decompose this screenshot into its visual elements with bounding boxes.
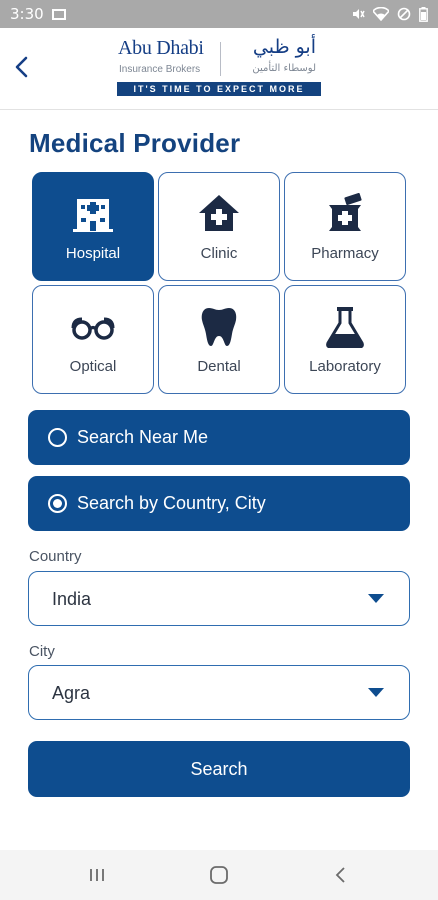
city-value: Agra: [52, 683, 91, 703]
provider-label: Pharmacy: [311, 245, 379, 262]
dnd-icon: [397, 7, 411, 21]
tooth-icon: [201, 308, 237, 346]
chevron-left-icon: [15, 56, 28, 78]
provider-tile-laboratory[interactable]: Laboratory: [284, 285, 406, 394]
option-label: Search Near Me: [77, 427, 209, 447]
logo-subtitle-en: Insurance Brokers: [119, 64, 201, 75]
battery-icon: [419, 6, 428, 22]
provider-label: Laboratory: [309, 358, 381, 375]
page-title: Medical Provider: [29, 128, 241, 158]
status-icons: [351, 6, 428, 22]
glasses-icon: [71, 317, 115, 340]
logo-subtitle-ar: لوسطاء التأمين: [252, 63, 316, 74]
image-icon: [51, 8, 66, 20]
company-logo: Abu Dhabi Insurance Brokers أبو ظبي لوسط…: [116, 36, 322, 98]
country-value: India: [52, 589, 92, 609]
search-by-location-option[interactable]: Search by Country, City: [28, 476, 410, 531]
back-icon: [335, 867, 345, 883]
provider-tile-hospital[interactable]: Hospital: [32, 172, 154, 281]
radio-unselected-icon[interactable]: [48, 428, 67, 447]
city-label: City: [29, 643, 55, 660]
search-button[interactable]: Search: [28, 741, 410, 797]
recents-icon: [90, 869, 104, 881]
provider-tile-optical[interactable]: Optical: [32, 285, 154, 394]
provider-label: Hospital: [65, 245, 121, 262]
wifi-icon: [373, 7, 389, 21]
system-nav-bar: [0, 850, 438, 900]
search-near-me-option[interactable]: Search Near Me: [28, 410, 410, 465]
app-header: Abu Dhabi Insurance Brokers أبو ظبي لوسط…: [0, 28, 438, 110]
system-back-button[interactable]: [326, 862, 356, 888]
dropdown-arrow-icon: [368, 594, 384, 603]
country-label: Country: [29, 548, 82, 565]
clinic-icon: [199, 195, 239, 231]
provider-tile-clinic[interactable]: Clinic: [158, 172, 280, 281]
status-bar: 3:30: [0, 0, 438, 28]
logo-name-en: Abu Dhabi: [118, 37, 204, 59]
flask-icon: [326, 307, 364, 348]
home-icon: [210, 866, 228, 884]
logo-tagline: IT'S TIME TO EXPECT MORE: [117, 82, 321, 96]
radio-selected-icon[interactable]: [48, 494, 67, 513]
hospital-icon: [73, 199, 113, 232]
provider-label: Optical: [69, 358, 117, 375]
provider-tile-dental[interactable]: Dental: [158, 285, 280, 394]
provider-label: Dental: [197, 358, 241, 375]
recent-apps-button[interactable]: [82, 862, 112, 888]
logo-divider: [220, 42, 221, 76]
provider-tile-pharmacy[interactable]: Pharmacy: [284, 172, 406, 281]
provider-label: Clinic: [200, 245, 238, 262]
country-select[interactable]: India: [28, 571, 410, 626]
mute-icon: [353, 9, 365, 19]
home-button[interactable]: [204, 862, 234, 888]
back-button[interactable]: [10, 52, 34, 82]
dropdown-arrow-icon: [368, 688, 384, 697]
logo-name-ar: أبو ظبي: [252, 36, 316, 58]
pharmacy-icon: [329, 193, 362, 231]
status-time: 3:30: [10, 5, 44, 23]
city-select[interactable]: Agra: [28, 665, 410, 720]
option-label: Search by Country, City: [77, 493, 266, 513]
